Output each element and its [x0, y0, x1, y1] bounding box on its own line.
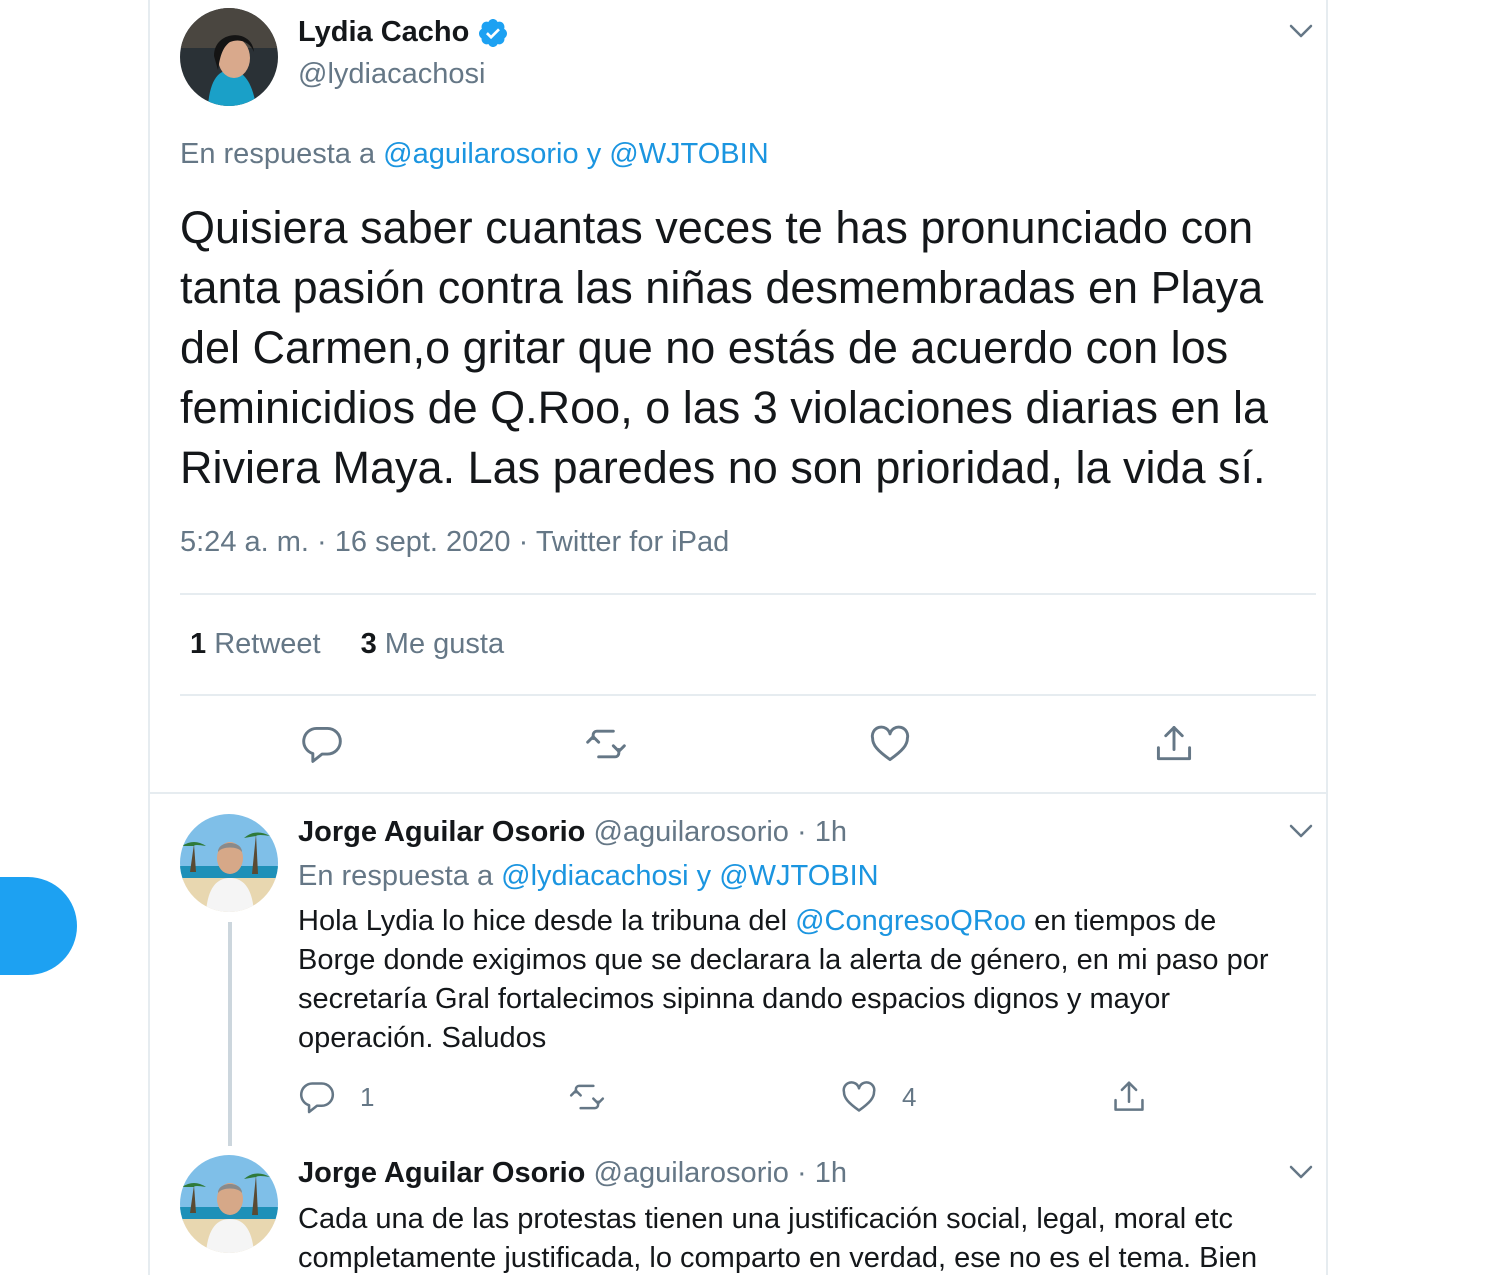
- mention-link[interactable]: @lydiacachosi: [501, 860, 688, 892]
- tweet-source[interactable]: Twitter for iPad: [536, 526, 729, 558]
- reply-icon[interactable]: [300, 722, 344, 766]
- reply-text-line: completamente justificada, lo comparto e…: [298, 1242, 1258, 1274]
- tweet-text-line: del Carmen,o gritar que no estás de acue…: [180, 322, 1229, 373]
- avatar[interactable]: [180, 8, 278, 106]
- mention-link[interactable]: @WJTOBIN: [609, 138, 768, 170]
- tweet-text-line: tanta pasión contra las niñas desmembrad…: [180, 262, 1264, 313]
- tweet-text-line: Quisiera saber cuantas veces te has pron…: [180, 202, 1254, 253]
- reply-text-segment: Hola Lydia lo hice desde la tribuna del: [298, 905, 788, 937]
- retweet-icon[interactable]: [584, 722, 628, 766]
- share-icon[interactable]: [1152, 722, 1196, 766]
- author-handle[interactable]: @aguilarosorio: [593, 816, 788, 848]
- retweet-stat[interactable]: 1 Retweet: [190, 628, 321, 661]
- retweet-count: 1: [190, 628, 207, 660]
- meta-separator: ·: [317, 526, 327, 558]
- reply-count: 1: [360, 1081, 375, 1112]
- author-handle[interactable]: @lydiacachosi: [298, 58, 485, 91]
- tweet-time[interactable]: 5:24 a. m.: [180, 526, 309, 558]
- tweet-text-line: feminicidios de Q.Roo, o las 3 violacion…: [180, 382, 1269, 433]
- retweet-label: Retweet: [214, 628, 321, 660]
- chevron-down-icon[interactable]: [1286, 1157, 1316, 1187]
- like-action[interactable]: 4: [840, 1078, 916, 1116]
- meta-separator: ·: [796, 1157, 807, 1189]
- reply-context: En respuesta a @lydiacachosi y @WJTOBIN: [298, 860, 879, 893]
- heart-icon[interactable]: [868, 722, 912, 766]
- tweet-stats: 1 Retweet 3 Me gusta: [190, 628, 504, 661]
- divider: [180, 694, 1316, 696]
- like-stat[interactable]: 3 Me gusta: [361, 628, 505, 661]
- meta-separator: ·: [796, 816, 807, 848]
- share-icon[interactable]: [1110, 1078, 1148, 1116]
- tweet-time[interactable]: 1h: [815, 1157, 847, 1189]
- divider: [180, 593, 1316, 595]
- tweet-meta: 5:24 a. m. · 16 sept. 2020 · Twitter for…: [180, 526, 729, 559]
- mention-link[interactable]: @aguilarosorio: [383, 138, 578, 170]
- meta-separator: ·: [518, 526, 529, 558]
- reply-text-segment: en tiempos de: [1034, 905, 1217, 937]
- tweet-date[interactable]: 16 sept. 2020: [335, 526, 511, 558]
- reply-header: Jorge Aguilar Osorio @aguilarosorio · 1h: [298, 1157, 847, 1190]
- section-divider: [150, 792, 1326, 794]
- reply-text-line: Cada una de las protestas tienen una jus…: [298, 1203, 1233, 1235]
- reply-text: Cada una de las protestas tienen una jus…: [298, 1200, 1257, 1275]
- retweet-icon[interactable]: [568, 1078, 606, 1116]
- author-row: Lydia Cacho: [298, 16, 509, 49]
- floating-compose-tab[interactable]: [0, 877, 77, 975]
- retweet-action[interactable]: [568, 1078, 630, 1116]
- mention-link[interactable]: @WJTOBIN: [719, 860, 878, 892]
- reply-text-line: operación. Saludos: [298, 1022, 547, 1054]
- reply-context: En respuesta a @aguilarosorio y @WJTOBIN: [180, 138, 769, 171]
- author-name[interactable]: Jorge Aguilar Osorio: [298, 816, 585, 848]
- thread-line: [228, 922, 232, 1146]
- reply-text-line: Hola Lydia lo hice desde la tribuna del …: [298, 902, 1269, 941]
- reply-text: Hola Lydia lo hice desde la tribuna del …: [298, 902, 1269, 1058]
- chevron-down-icon[interactable]: [1286, 816, 1316, 846]
- tweet-text-line: Riviera Maya. Las paredes no son priorid…: [180, 442, 1266, 493]
- reply-icon[interactable]: [298, 1078, 336, 1116]
- reply-text-line: Borge donde exigimos que se declarara la…: [298, 944, 1269, 976]
- tweet-text: Quisiera saber cuantas veces te has pron…: [180, 198, 1300, 498]
- author-name[interactable]: Jorge Aguilar Osorio: [298, 1157, 585, 1189]
- tweet-time[interactable]: 1h: [815, 816, 847, 848]
- like-count: 4: [902, 1081, 917, 1112]
- reply-prefix: En respuesta a: [180, 138, 376, 170]
- reply-header: Jorge Aguilar Osorio @aguilarosorio · 1h: [298, 816, 847, 849]
- avatar[interactable]: [180, 814, 278, 912]
- reply-text-line: secretaría Gral fortalecimos sipinna dan…: [298, 983, 1171, 1015]
- avatar[interactable]: [180, 1155, 278, 1253]
- reply-and: y: [586, 138, 602, 170]
- like-label: Me gusta: [384, 628, 505, 660]
- chevron-down-icon[interactable]: [1286, 16, 1316, 46]
- reply-action[interactable]: 1: [298, 1078, 374, 1116]
- heart-icon[interactable]: [840, 1078, 878, 1116]
- author-name[interactable]: Lydia Cacho: [298, 16, 469, 49]
- mention-link[interactable]: @CongresoQRoo: [795, 905, 1026, 937]
- reply-prefix: En respuesta a: [298, 860, 494, 892]
- reply-and: y: [696, 860, 712, 892]
- share-action[interactable]: [1110, 1078, 1148, 1116]
- verified-badge-icon: [477, 17, 509, 49]
- author-handle[interactable]: @aguilarosorio: [593, 1157, 788, 1189]
- like-count: 3: [360, 628, 377, 660]
